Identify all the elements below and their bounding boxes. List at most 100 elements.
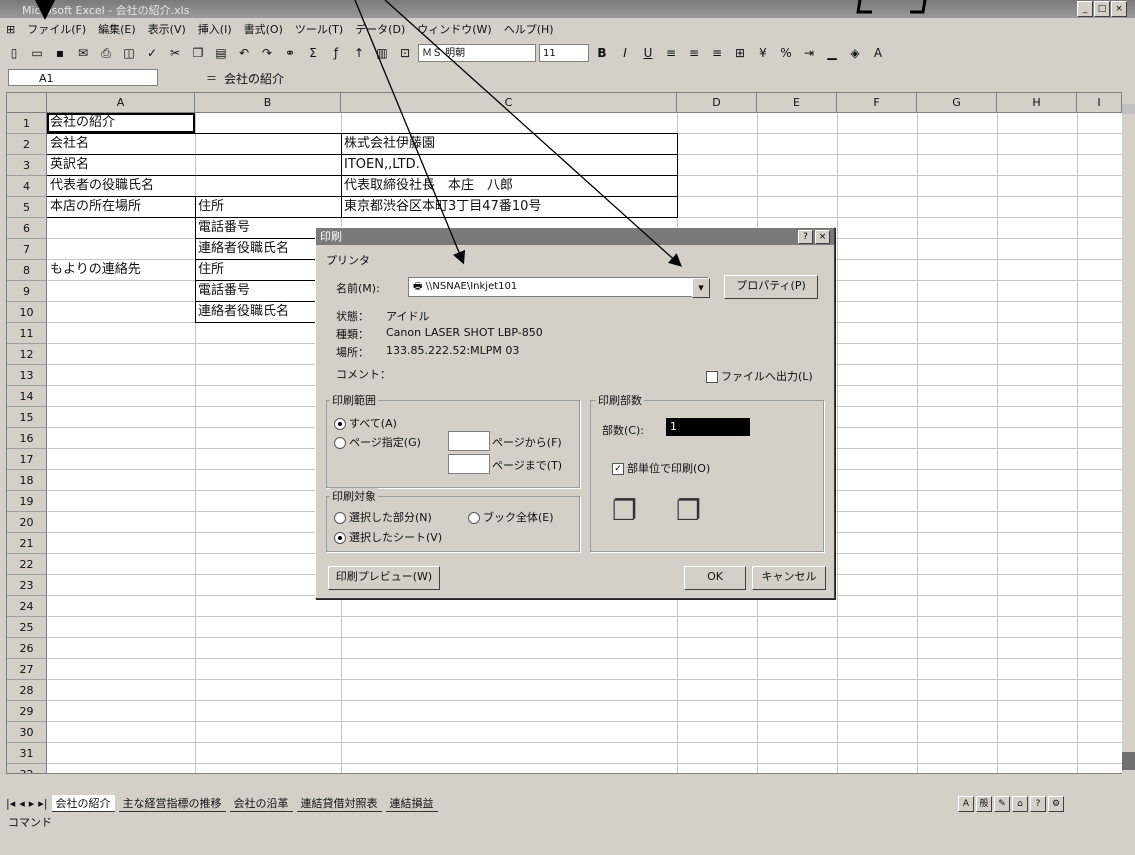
menu-window[interactable]: ウィンドウ(W) (411, 21, 497, 37)
cell-a3[interactable]: 英訳名 (47, 155, 89, 175)
bold-icon[interactable]: B (592, 43, 612, 63)
row-header-25[interactable]: 25 (7, 617, 47, 638)
menu-help[interactable]: ヘルプ(H) (498, 21, 560, 37)
menu-insert[interactable]: 挿入(I) (192, 21, 238, 37)
tab-scroll-next-icon[interactable]: ▸ (29, 797, 35, 810)
email-icon[interactable]: ✉ (73, 43, 93, 63)
ime-mode-icon[interactable]: A (958, 796, 974, 812)
minimize-button[interactable]: _ (1077, 1, 1093, 17)
row-header-24[interactable]: 24 (7, 596, 47, 617)
open-folder-icon[interactable]: ▭ (27, 43, 47, 63)
sheet-tab-indicators[interactable]: 主な経営指標の推移 (118, 795, 226, 812)
align-left-icon[interactable]: ≡ (661, 43, 681, 63)
column-header-a[interactable]: A (47, 93, 195, 113)
percent-icon[interactable]: % (776, 43, 796, 63)
copies-input[interactable]: 1 (666, 418, 750, 436)
new-file-icon[interactable]: ▯ (4, 43, 24, 63)
fill-color-icon[interactable]: ◈ (845, 43, 865, 63)
cell-c5[interactable]: 東京都渋谷区本町3丁目47番10号 (341, 197, 541, 217)
row-header-26[interactable]: 26 (7, 638, 47, 659)
row-header-15[interactable]: 15 (7, 407, 47, 428)
formula-input[interactable]: 会社の紹介 (224, 70, 284, 87)
row-header-10[interactable]: 10 (7, 302, 47, 323)
equals-icon[interactable]: ＝ (206, 70, 217, 86)
vertical-scrollbar[interactable] (1122, 92, 1135, 782)
currency-icon[interactable]: ¥ (753, 43, 773, 63)
target-sheet-radio[interactable]: 選択したシート(V) (334, 529, 442, 545)
align-center-icon[interactable]: ≡ (684, 43, 704, 63)
row-header-21[interactable]: 21 (7, 533, 47, 554)
cell-b5[interactable]: 住所 (195, 197, 224, 217)
row-header-22[interactable]: 22 (7, 554, 47, 575)
range-pages-radio[interactable]: ページ指定(G) (334, 434, 421, 450)
scroll-thumb[interactable] (1122, 752, 1135, 770)
cancel-button[interactable]: キャンセル (752, 566, 826, 590)
row-header-8[interactable]: 8 (7, 260, 47, 281)
font-select[interactable]: ＭＳ 明朝 (418, 44, 536, 62)
underline-icon[interactable]: U (638, 43, 658, 63)
menu-view[interactable]: 表示(V) (142, 21, 192, 37)
row-header-14[interactable]: 14 (7, 386, 47, 407)
zoom-icon[interactable]: ⊡ (395, 43, 415, 63)
sort-ascending-icon[interactable]: ↑ (349, 43, 369, 63)
column-header-h[interactable]: H (997, 93, 1077, 113)
row-header-30[interactable]: 30 (7, 722, 47, 743)
spelling-icon[interactable]: ✓ (142, 43, 162, 63)
row-header-1[interactable]: 1 (7, 113, 47, 134)
printer-name-select[interactable]: 🖶 \\NSNAE\Inkjet101 (408, 277, 708, 297)
row-header-27[interactable]: 27 (7, 659, 47, 680)
paste-icon[interactable]: ▤ (211, 43, 231, 63)
redo-icon[interactable]: ↷ (257, 43, 277, 63)
row-header-3[interactable]: 3 (7, 155, 47, 176)
column-header-d[interactable]: D (677, 93, 757, 113)
row-header-17[interactable]: 17 (7, 449, 47, 470)
to-page-input[interactable] (448, 454, 490, 474)
select-all-corner[interactable] (7, 93, 47, 113)
row-header-19[interactable]: 19 (7, 491, 47, 512)
from-page-input[interactable] (448, 431, 490, 451)
row-header-6[interactable]: 6 (7, 218, 47, 239)
undo-icon[interactable]: ↶ (234, 43, 254, 63)
row-header-4[interactable]: 4 (7, 176, 47, 197)
column-header-b[interactable]: B (195, 93, 341, 113)
printer-dropdown-icon[interactable]: ▾ (692, 278, 710, 298)
target-book-radio[interactable]: ブック全体(E) (468, 509, 554, 525)
ime-options-icon[interactable]: ⚙ (1048, 796, 1064, 812)
row-header-31[interactable]: 31 (7, 743, 47, 764)
cell-b7[interactable]: 連絡者役職氏名 (195, 239, 289, 259)
font-size-select[interactable]: 11 (539, 44, 589, 62)
name-box[interactable]: A1 (8, 69, 158, 86)
cell-a1[interactable]: 会社の紹介 (47, 113, 115, 133)
close-button[interactable]: × (1111, 1, 1127, 17)
italic-icon[interactable]: I (615, 43, 635, 63)
autosum-icon[interactable]: Σ (303, 43, 323, 63)
cell-b6[interactable]: 電話番号 (195, 218, 250, 238)
column-header-i[interactable]: I (1077, 93, 1122, 113)
maximize-button[interactable]: □ (1094, 1, 1110, 17)
properties-button[interactable]: プロパティ(P) (724, 275, 818, 299)
row-header-16[interactable]: 16 (7, 428, 47, 449)
scroll-up-arrow-icon[interactable] (1122, 104, 1135, 114)
column-header-f[interactable]: F (837, 93, 917, 113)
chart-wizard-icon[interactable]: ▥ (372, 43, 392, 63)
sheet-tab-income[interactable]: 連結損益 (385, 795, 438, 812)
row-header-28[interactable]: 28 (7, 680, 47, 701)
indent-icon[interactable]: ⇥ (799, 43, 819, 63)
tab-scroll-first-icon[interactable]: |◂ (6, 797, 15, 810)
tab-scroll-prev-icon[interactable]: ◂ (19, 797, 25, 810)
cell-c2[interactable]: 株式会社伊藤園 (341, 134, 435, 154)
menu-data[interactable]: データ(D) (349, 21, 411, 37)
menu-edit[interactable]: 編集(E) (92, 21, 142, 37)
column-header-e[interactable]: E (757, 93, 837, 113)
row-header-12[interactable]: 12 (7, 344, 47, 365)
cell-b8[interactable]: 住所 (195, 260, 224, 280)
tab-scroll-last-icon[interactable]: ▸| (38, 797, 47, 810)
menu-file[interactable]: ファイル(F) (21, 21, 92, 37)
print-preview-icon[interactable]: ◫ (119, 43, 139, 63)
cell-c3[interactable]: ITOEN,,LTD. (341, 155, 420, 175)
row-header-32[interactable]: 32 (7, 764, 47, 773)
ime-dictionary-icon[interactable]: ⌂ (1012, 796, 1028, 812)
excel-icon[interactable]: ⊞ (0, 23, 21, 36)
merge-center-icon[interactable]: ⊞ (730, 43, 750, 63)
align-right-icon[interactable]: ≡ (707, 43, 727, 63)
